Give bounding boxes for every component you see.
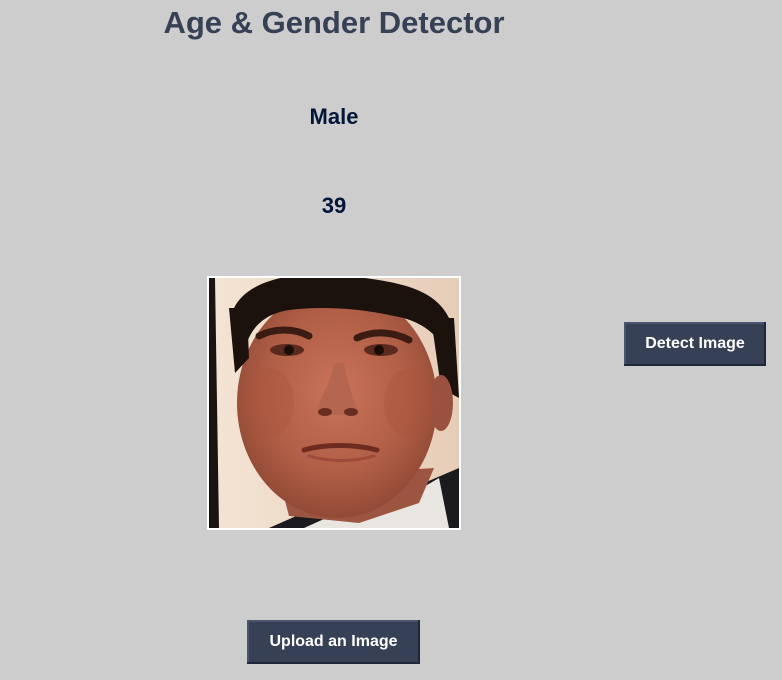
upload-image-button[interactable]: Upload an Image (247, 620, 420, 664)
age-result: 39 (321, 193, 347, 218)
detect-image-button[interactable]: Detect Image (624, 322, 766, 366)
gender-result: Male (309, 104, 359, 129)
app-title: Age & Gender Detector (163, 5, 505, 40)
face-photo-illustration (209, 278, 459, 528)
uploaded-face-image (207, 276, 461, 530)
